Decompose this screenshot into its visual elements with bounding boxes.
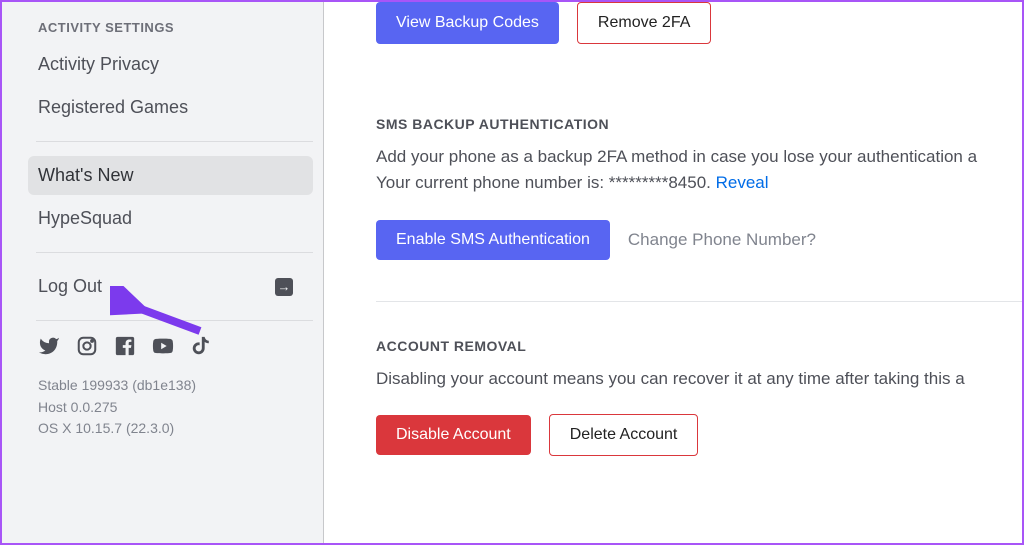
- account-removal-desc: Disabling your account means you can rec…: [376, 366, 1022, 392]
- sidebar-item-hypesquad[interactable]: HypeSquad: [28, 199, 313, 238]
- logout-button[interactable]: Log Out: [38, 267, 313, 306]
- instagram-icon[interactable]: [76, 335, 98, 357]
- youtube-icon[interactable]: [152, 335, 174, 357]
- sms-backup-title: SMS BACKUP AUTHENTICATION: [376, 116, 1022, 132]
- enable-sms-auth-button[interactable]: Enable SMS Authentication: [376, 220, 610, 260]
- sms-backup-body: Add your phone as a backup 2FA method in…: [376, 144, 1022, 197]
- version-host: Host 0.0.275: [38, 397, 313, 419]
- view-backup-codes-button[interactable]: View Backup Codes: [376, 2, 559, 44]
- change-phone-link[interactable]: Change Phone Number?: [628, 219, 816, 261]
- main-content: View Backup Codes Remove 2FA SMS BACKUP …: [324, 2, 1022, 543]
- reveal-phone-link[interactable]: Reveal: [716, 173, 769, 192]
- facebook-icon[interactable]: [114, 335, 136, 357]
- remove-2fa-button[interactable]: Remove 2FA: [577, 2, 711, 44]
- divider: [36, 141, 313, 142]
- sidebar-item-registered-games[interactable]: Registered Games: [28, 88, 313, 127]
- sidebar-item-whats-new[interactable]: What's New: [28, 156, 313, 195]
- twitter-icon[interactable]: [38, 335, 60, 357]
- sms-desc-line1: Add your phone as a backup 2FA method in…: [376, 147, 977, 166]
- tiktok-icon[interactable]: [190, 335, 212, 357]
- activity-settings-header: ACTIVITY SETTINGS: [38, 20, 313, 35]
- version-os: OS X 10.15.7 (22.3.0): [38, 418, 313, 440]
- masked-phone: *********8450: [609, 173, 706, 192]
- disable-account-button[interactable]: Disable Account: [376, 415, 531, 455]
- logout-label: Log Out: [38, 276, 102, 297]
- sidebar-item-activity-privacy[interactable]: Activity Privacy: [28, 45, 313, 84]
- divider: [376, 301, 1022, 302]
- version-info: Stable 199933 (db1e138) Host 0.0.275 OS …: [38, 375, 313, 440]
- version-stable: Stable 199933 (db1e138): [38, 375, 313, 397]
- social-links: [38, 335, 313, 357]
- divider: [36, 320, 313, 321]
- delete-account-button[interactable]: Delete Account: [549, 414, 699, 456]
- sms-desc-line2-prefix: Your current phone number is:: [376, 173, 609, 192]
- account-removal-title: ACCOUNT REMOVAL: [376, 338, 1022, 354]
- sms-backup-section: SMS BACKUP AUTHENTICATION Add your phone…: [376, 116, 1022, 261]
- divider: [36, 252, 313, 253]
- account-removal-section: ACCOUNT REMOVAL Disabling your account m…: [376, 338, 1022, 456]
- logout-icon: [275, 278, 293, 296]
- sidebar: ACTIVITY SETTINGS Activity Privacy Regis…: [2, 2, 324, 543]
